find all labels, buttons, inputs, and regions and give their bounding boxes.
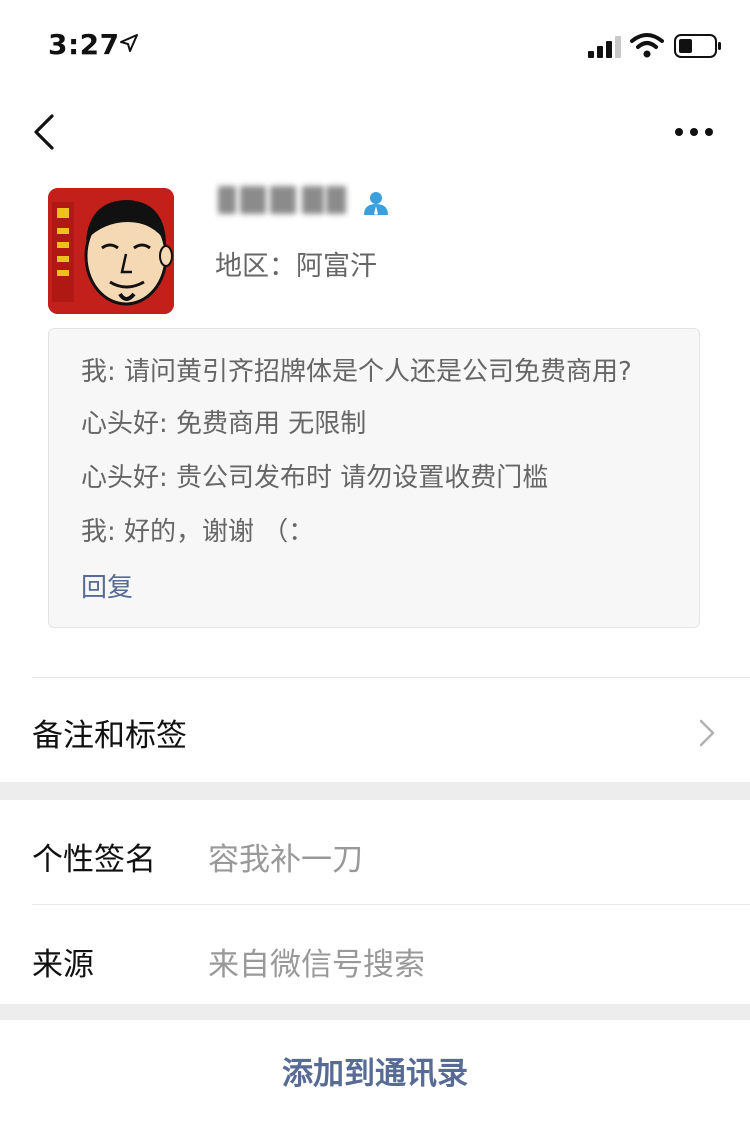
profile-name-blurred: [214, 178, 348, 222]
signature-label: 个性签名: [32, 842, 156, 878]
chat-history-box: 我: 请问黄引齐招牌体是个人还是公司免费商用? 心头好: 免费商用 无限制 心头…: [48, 328, 700, 628]
section-gap: [0, 782, 750, 800]
back-chevron-icon[interactable]: [30, 112, 58, 152]
remarks-label: 备注和标签: [32, 718, 187, 754]
location-arrow-icon: [120, 34, 138, 52]
contact-person-icon: [364, 192, 388, 215]
chat-message: 心头好: 免费商用 无限制: [81, 409, 367, 439]
status-time: 3:27: [48, 28, 120, 61]
source-value: 来自微信号搜索: [208, 947, 425, 983]
chat-message: 我: 请问黄引齐招牌体是个人还是公司免费商用?: [81, 357, 632, 387]
chat-message: 我: 好的，谢谢 （：: [81, 517, 315, 547]
avatar-portrait-image: [48, 188, 174, 314]
profile-region: 地区：阿富汗: [215, 251, 377, 282]
signature-value: 容我补一刀: [208, 842, 363, 878]
status-bar: 3:27: [0, 0, 750, 90]
chevron-right-icon: [699, 719, 715, 747]
cellular-signal-icon: [588, 36, 621, 58]
avatar[interactable]: [48, 188, 174, 314]
remarks-and-tags-row[interactable]: 备注和标签: [0, 678, 750, 782]
battery-icon: [674, 34, 721, 58]
add-to-contacts-button[interactable]: 添加到通讯录: [0, 1020, 750, 1128]
wifi-icon: [630, 33, 664, 58]
chat-message: 心头好: 贵公司发布时 请勿设置收费门槛: [81, 463, 549, 493]
source-label: 来源: [32, 947, 94, 983]
signature-row: 个性签名 容我补一刀: [0, 800, 750, 904]
source-row: 来源 来自微信号搜索: [0, 905, 750, 1009]
section-gap: [0, 1004, 750, 1020]
reply-link[interactable]: 回复: [81, 567, 133, 604]
more-dots-icon[interactable]: [674, 122, 714, 142]
